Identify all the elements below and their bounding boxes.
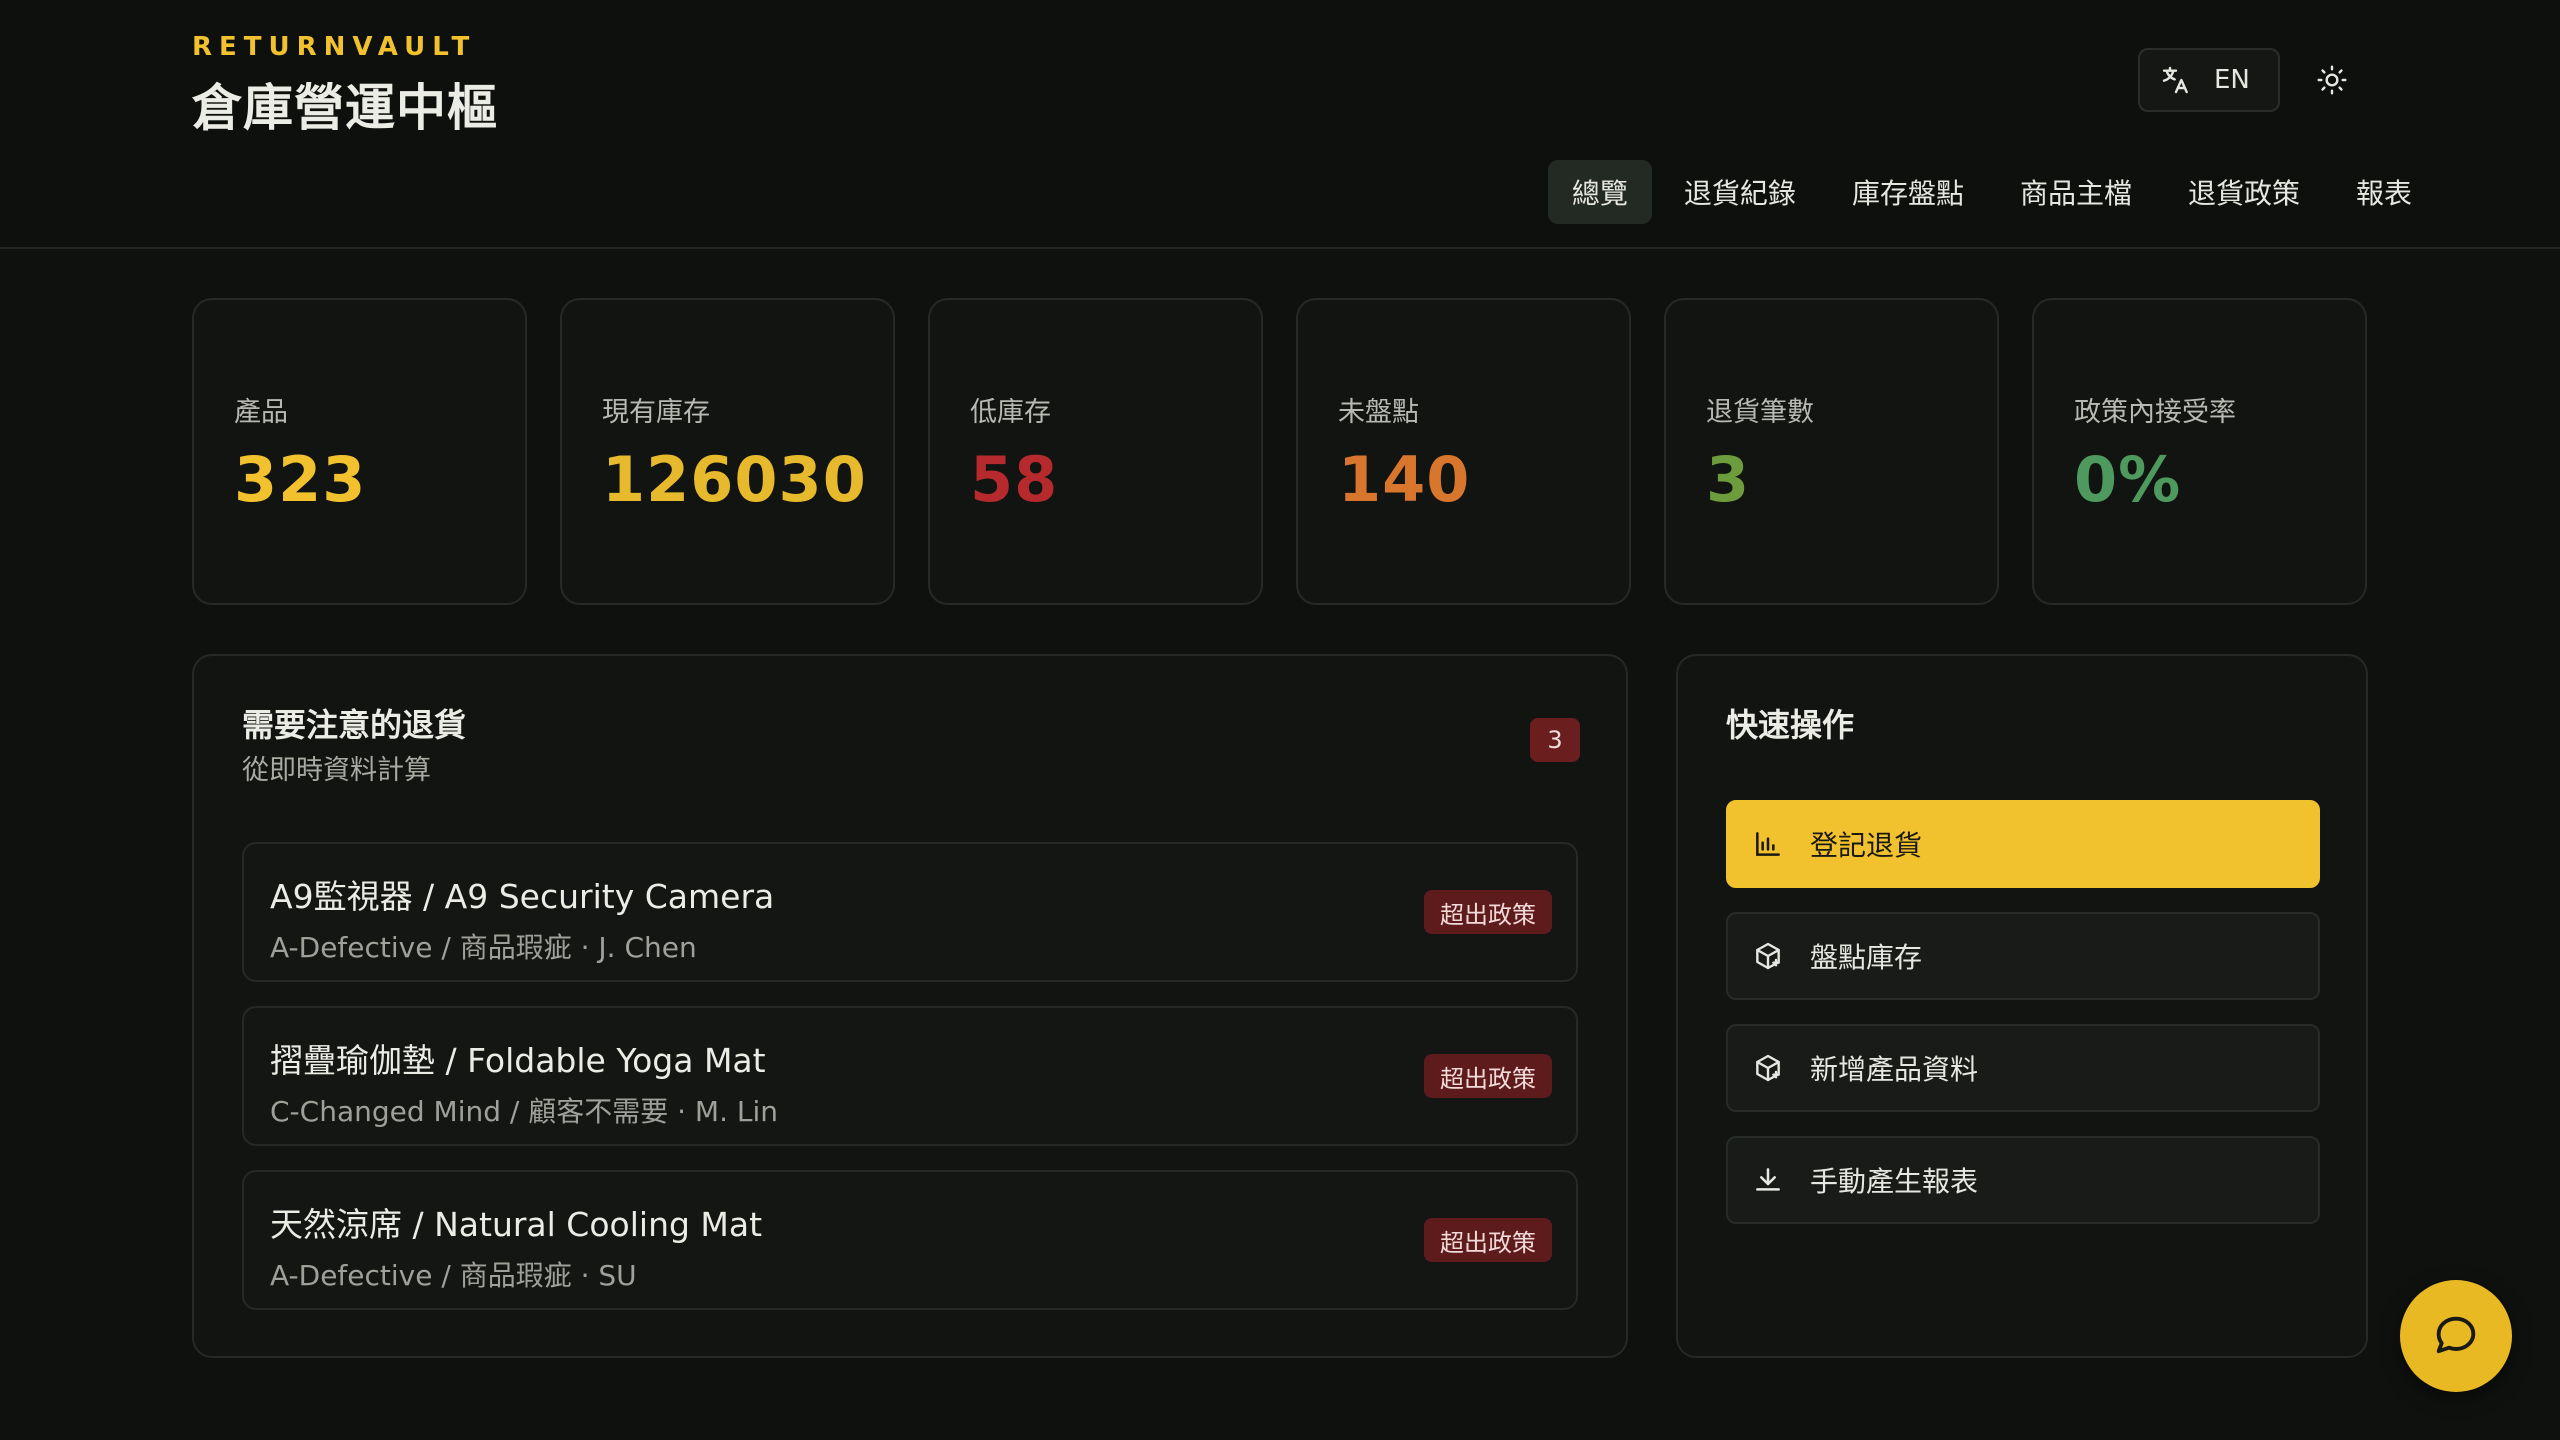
stat-label: 低庫存 <box>970 397 1051 428</box>
chat-button[interactable] <box>2400 1280 2512 1392</box>
stat-card-stock-on-hand: 現有庫存 126030 <box>560 298 895 605</box>
generate-report-button[interactable]: 手動產生報表 <box>1726 1136 2320 1224</box>
panel-title: 需要注意的退貨 <box>242 706 467 744</box>
register-return-button[interactable]: 登記退貨 <box>1726 800 2320 888</box>
stat-card-low-stock: 低庫存 58 <box>928 298 1263 605</box>
stat-value: 0% <box>2074 443 2182 516</box>
brand-kicker: RETURNVAULT <box>192 32 477 62</box>
count-badge: 3 <box>1530 718 1580 762</box>
list-item[interactable]: A9監視器 / A9 Security Camera A-Defective /… <box>242 842 1578 982</box>
stat-label: 退貨筆數 <box>1706 397 1814 428</box>
button-label: 盤點庫存 <box>1810 941 1923 974</box>
stats-row: 產品 323 現有庫存 126030 低庫存 58 未盤點 140 退貨筆數 3… <box>192 298 2367 605</box>
stat-value: 58 <box>970 443 1059 516</box>
return-item-meta: C-Changed Mind / 顧客不需要 · M. Lin <box>270 1095 779 1128</box>
package-icon <box>1752 1052 1784 1084</box>
nav-item-return-records[interactable]: 退貨紀錄 <box>1660 160 1820 224</box>
return-item-title: 天然涼席 / Natural Cooling Mat <box>270 1205 763 1244</box>
quick-actions-panel: 快速操作 登記退貨 盤點庫存 新增產品資料 手動產生報表 <box>1676 654 2368 1358</box>
status-badge: 超出政策 <box>1424 1218 1552 1262</box>
stat-label: 現有庫存 <box>602 397 710 428</box>
brand-title: 倉庫營運中樞 <box>192 79 498 137</box>
main-nav: 總覽 退貨紀錄 庫存盤點 商品主檔 退貨政策 報表 <box>1540 160 2436 224</box>
stat-card-policy-acceptance-rate: 政策內接受率 0% <box>2032 298 2367 605</box>
return-item-meta: A-Defective / 商品瑕疵 · SU <box>270 1259 637 1292</box>
stat-card-uncounted: 未盤點 140 <box>1296 298 1631 605</box>
brand[interactable]: RETURNVAULT 倉庫營運中樞 <box>192 32 498 140</box>
nav-item-reports[interactable]: 報表 <box>2332 160 2436 224</box>
stat-value: 140 <box>1338 443 1471 516</box>
stat-card-products: 產品 323 <box>192 298 527 605</box>
nav-item-inventory-count[interactable]: 庫存盤點 <box>1828 160 1988 224</box>
button-label: 新增產品資料 <box>1810 1053 1979 1086</box>
add-product-button[interactable]: 新增產品資料 <box>1726 1024 2320 1112</box>
theme-toggle-button[interactable] <box>2310 58 2354 102</box>
package-icon <box>1752 940 1784 972</box>
return-item-meta: A-Defective / 商品瑕疵 · J. Chen <box>270 931 697 964</box>
stat-value: 3 <box>1706 443 1751 516</box>
nav-item-product-master[interactable]: 商品主檔 <box>1996 160 2156 224</box>
list-item[interactable]: 天然涼席 / Natural Cooling Mat A-Defective /… <box>242 1170 1578 1310</box>
count-inventory-button[interactable]: 盤點庫存 <box>1726 912 2320 1000</box>
return-item-title: A9監視器 / A9 Security Camera <box>270 877 775 916</box>
chat-bubble-icon <box>2430 1310 2482 1362</box>
panel-title: 快速操作 <box>1726 706 1855 744</box>
button-label: 手動產生報表 <box>1810 1165 1979 1198</box>
stat-value: 126030 <box>602 443 867 516</box>
download-icon <box>1752 1164 1784 1196</box>
stat-label: 產品 <box>234 397 288 428</box>
stat-label: 政策內接受率 <box>2074 397 2236 428</box>
stat-label: 未盤點 <box>1338 397 1419 428</box>
nav-item-return-policy[interactable]: 退貨政策 <box>2164 160 2324 224</box>
status-badge: 超出政策 <box>1424 890 1552 934</box>
status-badge: 超出政策 <box>1424 1054 1552 1098</box>
app-header: RETURNVAULT 倉庫營運中樞 EN 總覽 退貨紀錄 庫存盤點 商品主檔 … <box>0 0 2560 249</box>
stat-value: 323 <box>234 443 367 516</box>
nav-item-overview[interactable]: 總覽 <box>1547 160 1652 224</box>
translate-icon <box>2160 64 2192 96</box>
return-item-title: 摺疊瑜伽墊 / Foldable Yoga Mat <box>270 1041 766 1080</box>
panel-subtitle: 從即時資料計算 <box>242 755 431 786</box>
sun-icon <box>2316 64 2348 96</box>
bar-chart-icon <box>1752 828 1784 860</box>
language-toggle-button[interactable]: EN <box>2138 48 2280 112</box>
attention-returns-panel: 需要注意的退貨 從即時資料計算 3 A9監視器 / A9 Security Ca… <box>192 654 1628 1358</box>
button-label: 登記退貨 <box>1810 829 1923 862</box>
stat-card-return-count: 退貨筆數 3 <box>1664 298 1999 605</box>
list-item[interactable]: 摺疊瑜伽墊 / Foldable Yoga Mat C-Changed Mind… <box>242 1006 1578 1146</box>
language-label: EN <box>2214 65 2250 95</box>
